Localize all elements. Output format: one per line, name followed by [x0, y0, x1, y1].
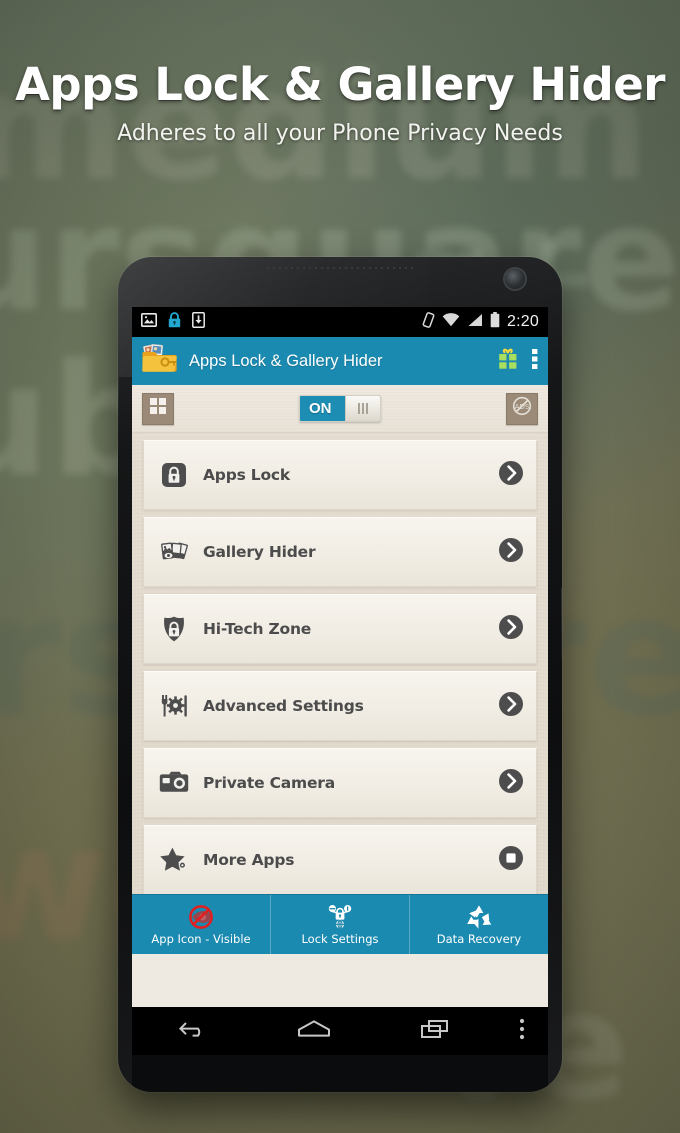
app-bar-title: Apps Lock & Gallery Hider: [189, 351, 383, 370]
tab-label: Lock Settings: [301, 931, 379, 946]
list-item-label: Apps Lock: [203, 466, 291, 484]
chevron-right-circle-icon[interactable]: [498, 691, 524, 722]
photo-cards-icon: [157, 538, 191, 566]
list-item-label: Advanced Settings: [203, 697, 364, 715]
menu-dots-icon: [519, 1018, 525, 1045]
lock-icon: [168, 311, 181, 333]
android-nav-bar: [132, 1007, 548, 1055]
vibrate-icon: [422, 311, 435, 333]
phone-chin: [132, 1055, 548, 1092]
screen-toolbar: ON ADS: [132, 385, 548, 433]
grid-view-icon: [149, 397, 167, 420]
list-item-advanced-settings[interactable]: Advanced Settings: [143, 671, 537, 741]
toggle-label: ON: [309, 400, 332, 417]
overflow-menu-icon: [532, 348, 538, 375]
list-item-gallery-hider[interactable]: Gallery Hider: [143, 517, 537, 587]
page-title: Apps Lock & Gallery Hider: [15, 58, 665, 111]
volume-button[interactable]: [118, 377, 119, 435]
nav-home-button[interactable]: [253, 1017, 374, 1046]
status-bar: 2:20: [132, 307, 548, 337]
status-bar-system: 2:20: [422, 311, 539, 333]
eye-slash-icon: [186, 904, 216, 930]
main-menu-list: Apps Lock Gallery Hider Hi-Tech Zone Adv…: [132, 433, 548, 895]
no-ads-icon: ADS: [512, 396, 532, 421]
nav-menu-button[interactable]: [496, 1018, 548, 1045]
camera-icon: [157, 771, 191, 795]
earpiece-grille-icon: [265, 265, 415, 269]
list-item-apps-lock[interactable]: Apps Lock: [143, 440, 537, 510]
tab-app-icon-visible[interactable]: App Icon - Visible: [132, 895, 271, 954]
download-icon: [192, 311, 205, 333]
toggle-knob[interactable]: [345, 396, 380, 421]
list-item-more-apps[interactable]: More Apps: [143, 825, 537, 895]
power-button[interactable]: [561, 587, 562, 659]
nav-recents-button[interactable]: [375, 1017, 496, 1046]
gift-button[interactable]: [496, 347, 520, 376]
chevron-right-circle-icon[interactable]: [498, 768, 524, 799]
front-camera-icon: [505, 269, 525, 289]
list-item-private-camera[interactable]: Private Camera: [143, 748, 537, 818]
clock: 2:20: [507, 313, 539, 330]
tab-data-recovery[interactable]: Data Recovery: [410, 895, 548, 954]
image-icon: [141, 312, 157, 332]
tools-gear-icon: [157, 692, 191, 720]
folder-photos-key-icon: [142, 343, 178, 379]
tab-lock-settings[interactable]: Lock Settings: [271, 895, 410, 954]
home-icon: [295, 1017, 333, 1046]
battery-icon: [490, 311, 500, 333]
status-bar-notifications: [141, 311, 205, 333]
list-item-label: Private Camera: [203, 774, 336, 792]
master-toggle-switch[interactable]: ON: [299, 395, 381, 422]
nav-back-button[interactable]: [132, 1017, 253, 1046]
square-circle-icon[interactable]: [498, 845, 524, 876]
grid-view-button[interactable]: [142, 392, 174, 425]
no-ads-button[interactable]: ADS: [506, 392, 538, 425]
phone-mockup: 2:20 Apps Lock & Gallery Hider ON Apps L…: [118, 257, 562, 1092]
signal-icon: [467, 313, 483, 332]
list-item-label: More Apps: [203, 851, 295, 869]
recents-icon: [419, 1017, 451, 1046]
list-item-label: Hi-Tech Zone: [203, 620, 312, 638]
back-icon: [176, 1017, 210, 1046]
gift-icon: [496, 347, 520, 376]
wifi-icon: [442, 312, 460, 332]
chevron-right-circle-icon[interactable]: [498, 614, 524, 645]
tab-label: App Icon - Visible: [151, 931, 251, 946]
chevron-right-circle-icon[interactable]: [498, 537, 524, 568]
recycle-icon: [465, 904, 493, 930]
list-item-label: Gallery Hider: [203, 543, 316, 561]
overflow-menu-button[interactable]: [532, 348, 538, 375]
shield-lock-icon: [157, 615, 191, 643]
lock-settings-icon: [323, 904, 357, 930]
hero-banner: Apps Lock & Gallery Hider Adheres to all…: [0, 58, 680, 146]
app-bar: Apps Lock & Gallery Hider: [132, 337, 548, 385]
chevron-right-circle-icon[interactable]: [498, 460, 524, 491]
star-icon: [157, 846, 191, 874]
lock-square-icon: [157, 461, 191, 489]
phone-screen: 2:20 Apps Lock & Gallery Hider ON Apps L…: [132, 307, 548, 1007]
tab-label: Data Recovery: [436, 931, 522, 946]
list-item-hi-tech-zone[interactable]: Hi-Tech Zone: [143, 594, 537, 664]
page-subtitle: Adheres to all your Phone Privacy Needs: [117, 121, 563, 146]
bottom-tab-bar: App Icon - Visible Lock Settings Data Re…: [132, 894, 548, 954]
